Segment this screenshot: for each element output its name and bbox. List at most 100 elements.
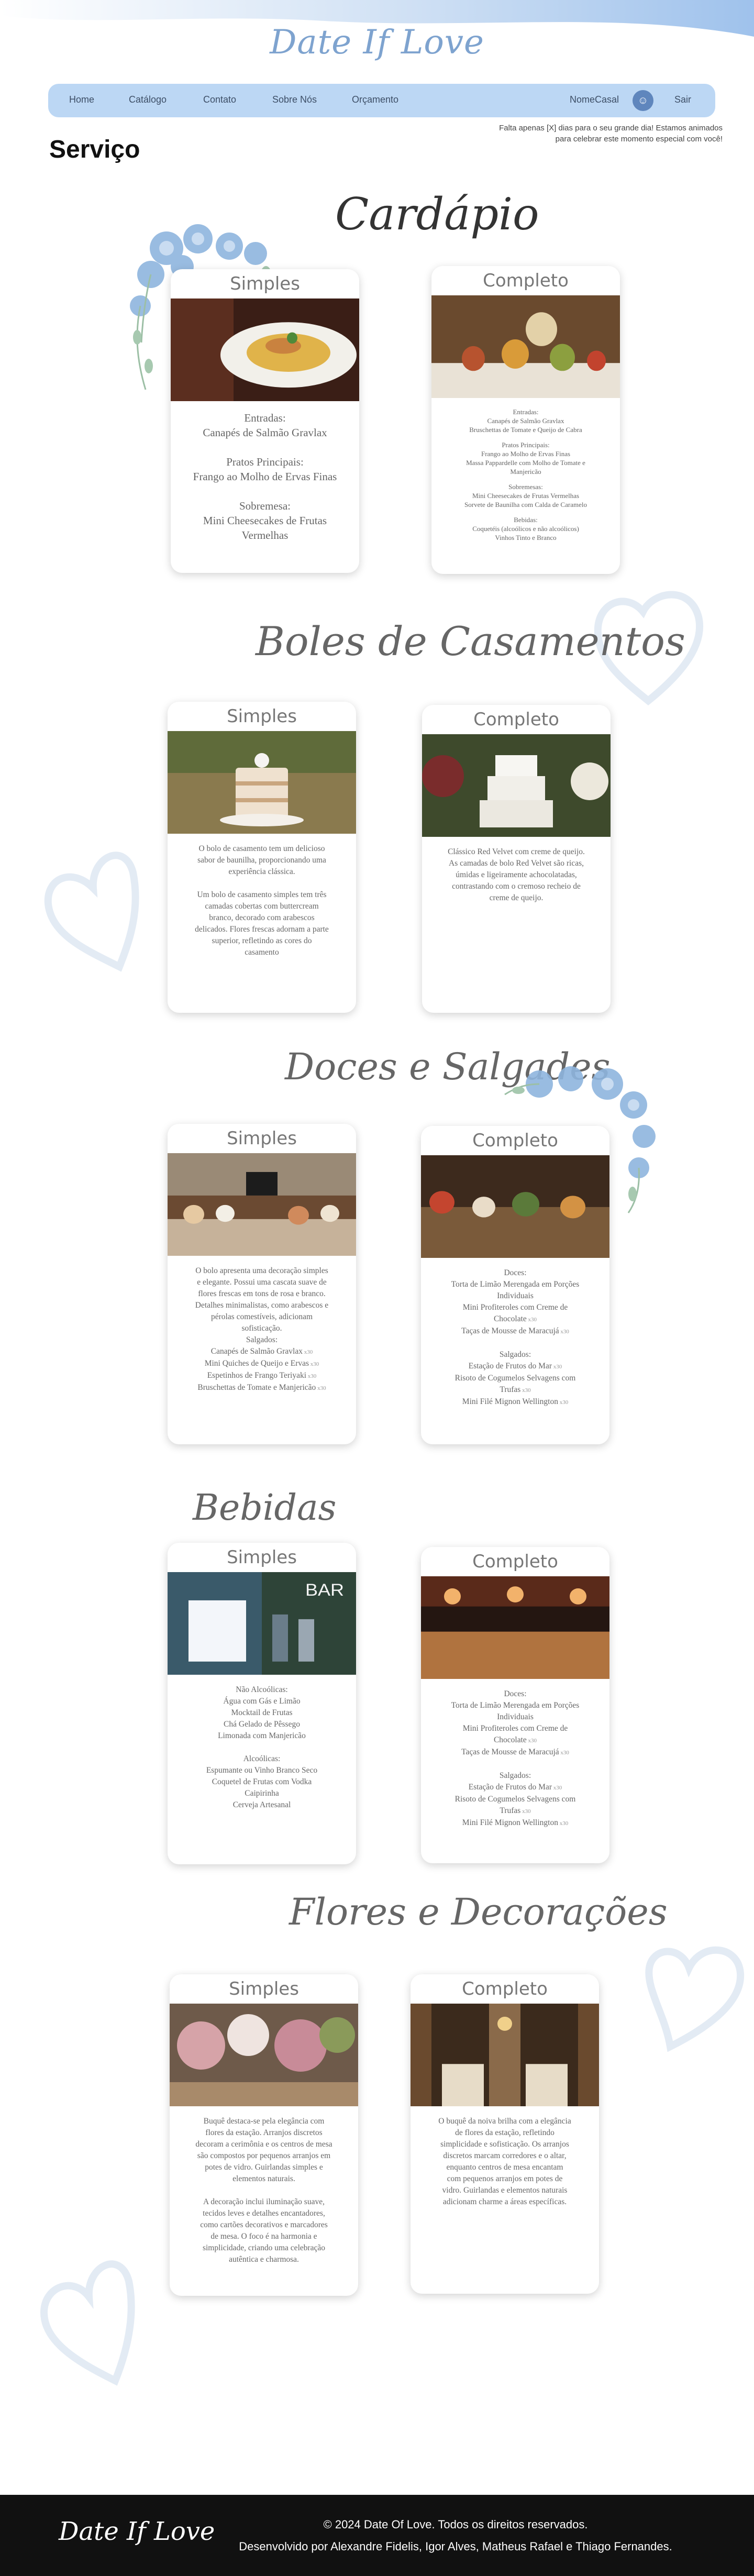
description-line: Mini Profiteroles com Creme de [462, 1303, 568, 1312]
description-line: Caipirinha [245, 1789, 279, 1798]
description-line: simplicidade e sofisticação. Os arranjos [440, 2140, 569, 2149]
description-line: Água com Gás e Limão [223, 1697, 301, 1706]
card-description: Não Alcoólicas: Água com Gás e Limão Mockt… [168, 1675, 356, 1821]
menu-item-quantity: x30 [520, 1387, 531, 1394]
menu-item: Risoto de Cogumelos Selvagens com [433, 1794, 598, 1805]
description-line: Coquetel de Frutas com Vodka [212, 1777, 312, 1786]
users-icon[interactable]: ☺ [633, 90, 653, 111]
menu-item-quantity: x30 [559, 1750, 569, 1756]
card-label: Completo [473, 709, 559, 730]
tiered-cake-image [422, 734, 611, 837]
description-line: Doces: [504, 1268, 527, 1277]
description-line: O bolo apresenta uma decoração simples [195, 1266, 328, 1275]
menu-item-quantity: x30 [316, 1385, 326, 1391]
section-title-cardapio: Cardápio [335, 189, 539, 240]
menu-item-name: Taças de Mousse de Maracujá [461, 1326, 559, 1335]
menu-item-name: Espetinhos de Frango Teriyaki [207, 1371, 307, 1380]
description-line: Mini Cheesecakes de Frutas [203, 514, 327, 527]
card-cardapio-completo[interactable]: Completo Entradas: Canapés de Salmão Grav… [431, 266, 620, 574]
card-bolos-simples[interactable]: Simples O bolo de casamento tem um delic… [168, 702, 356, 1013]
description-line: Sobremesas: [508, 483, 543, 491]
wedding-venue-image [411, 2004, 599, 2106]
description-line: A decoração inclui iluminação suave, [203, 2197, 325, 2206]
card-description: Entradas: Canapés de Salmão Gravlax Brusch… [431, 398, 620, 552]
heart-decoration-icon [645, 1946, 745, 2052]
description-line: enquanto centros de mesa encantam [446, 2163, 563, 2172]
menu-item-name: Chocolate [493, 1735, 527, 1744]
card-label: Completo [462, 1978, 548, 1999]
description-line: Entradas: [244, 412, 286, 424]
description-line: O bolo de casamento tem um delicioso [198, 844, 325, 853]
card-label: Simples [227, 706, 297, 727]
description-line: Detalhes minimalistas, como arabescos e [195, 1301, 329, 1310]
description-line: Torta de Limão Merengada em Porções [451, 1280, 580, 1289]
description-line: Vinhos Tinto e Branco [495, 534, 557, 541]
flower-decoration-icon [504, 1066, 656, 1213]
description-line: simplicidade, criando uma celebração [202, 2243, 326, 2252]
description-line: Coquetéis (alcoólicos e não alcoólicos) [472, 525, 579, 533]
menu-item: Taças de Mousse de Maracujá x30 [433, 1746, 598, 1759]
footer-copyright: © 2024 Date Of Love. Todos os direitos r… [323, 2518, 588, 2531]
menu-item: Risoto de Cogumelos Selvagens com [433, 1373, 598, 1384]
description-line: com pequenos arranjos em potes de [447, 2174, 563, 2183]
menu-item: Estação de Frutos do Mar x30 [433, 1782, 598, 1794]
card-description: Buquê destaca-se pela elegância com flore… [170, 2106, 358, 2276]
section-title-bebidas: Bebidas [193, 1487, 337, 1529]
description-line: elementos naturais. [232, 2174, 295, 2183]
card-bebidas-completo[interactable]: Completo Doces: Torta de Limão Merengada … [421, 1547, 609, 1863]
nav-home[interactable]: Home [69, 94, 94, 105]
line-spacer [182, 440, 348, 455]
card-doces-simples[interactable]: Simples O bolo apresenta uma decoração s… [168, 1124, 356, 1444]
description-line: Frango ao Molho de Ervas Finas [193, 470, 337, 483]
card-description: O buquê da noiva brilha com a elegância d… [411, 2106, 599, 2218]
description-line: adicionam charme a áreas específicas. [442, 2197, 567, 2206]
description-line: Torta de Limão Merengada em Porções [451, 1701, 580, 1710]
description-line: branco, decorado com arabescos [209, 913, 315, 922]
menu-item-quantity: x30 [526, 1317, 537, 1323]
card-flores-simples[interactable]: Simples Buquê destaca-se pela elegância … [170, 1974, 358, 2296]
card-cardapio-simples[interactable]: Simples Entradas: Canapés de Salmão Gravl… [171, 269, 359, 573]
description-line: O buquê da noiva brilha com a elegância [438, 2117, 571, 2126]
line-spacer [181, 2185, 347, 2196]
menu-item-quantity: x30 [558, 1820, 569, 1827]
user-name[interactable]: NomeCasal [570, 94, 619, 105]
nav-orcamento[interactable]: Orçamento [352, 94, 398, 105]
description-line: Pratos Principais: [502, 441, 550, 449]
menu-item-quantity: x30 [520, 1808, 531, 1815]
section-title-flores: Flores e Decorações [289, 1890, 668, 1933]
bar-counter-image [421, 1576, 609, 1679]
heart-decoration-icon [44, 852, 139, 972]
section-title-bolos: Boles de Casamentos [256, 618, 685, 665]
nav-catalogo[interactable]: Catálogo [129, 94, 167, 105]
svg-text:BAR: BAR [305, 1581, 344, 1600]
heart-decoration-icon [40, 2260, 135, 2386]
description-line: Limonada com Manjericão [218, 1731, 306, 1740]
logout-link[interactable]: Sair [674, 94, 691, 105]
card-label: Completo [472, 1551, 558, 1572]
wedding-countdown: Falta apenas [X] dias para o seu grande … [499, 124, 723, 143]
line-spacer [443, 476, 608, 482]
nav-sobre-nos[interactable]: Sobre Nós [272, 94, 317, 105]
card-bebidas-simples[interactable]: Simples BAR Não Alcoólicas: Água com Gás … [168, 1543, 356, 1864]
description-line: Pratos Principais: [226, 456, 304, 468]
description-line: Individuais [497, 1291, 534, 1300]
menu-item-name: Taças de Mousse de Maracujá [461, 1748, 559, 1756]
description-line: potes de vidro. Guirlandas simples e [205, 2163, 323, 2172]
card-label: Simples [230, 273, 300, 294]
description-line: decoram a cerimônia e os centros de mesa [195, 2140, 332, 2149]
nav-contato[interactable]: Contato [203, 94, 236, 105]
menu-item-name: Bruschettas de Tomate e Manjericão [197, 1383, 316, 1392]
description-line: Frango ao Molho de Ervas Finas [481, 450, 571, 458]
menu-item-name: Chocolate [493, 1314, 527, 1323]
description-line: Mocktail de Frutas [231, 1708, 293, 1717]
line-spacer [443, 434, 608, 440]
description-line: Individuais [497, 1712, 534, 1721]
description-line: Vermelhas [241, 529, 289, 541]
card-flores-completo[interactable]: Completo O buquê da noiva brilha com a e… [411, 1974, 599, 2294]
site-logo[interactable]: Date If Love [0, 23, 754, 62]
card-bolos-completo[interactable]: Completo Clássico Red Velvet com creme d… [422, 705, 611, 1013]
menu-item-name: Estação de Frutos do Mar [468, 1362, 552, 1370]
description-line: sabor de baunilha, proporcionando uma [197, 856, 326, 865]
description-line: de flores da estação, refletindo [455, 2128, 555, 2137]
description-line: flores frescas em tons de rosa e branco. [198, 1289, 326, 1298]
